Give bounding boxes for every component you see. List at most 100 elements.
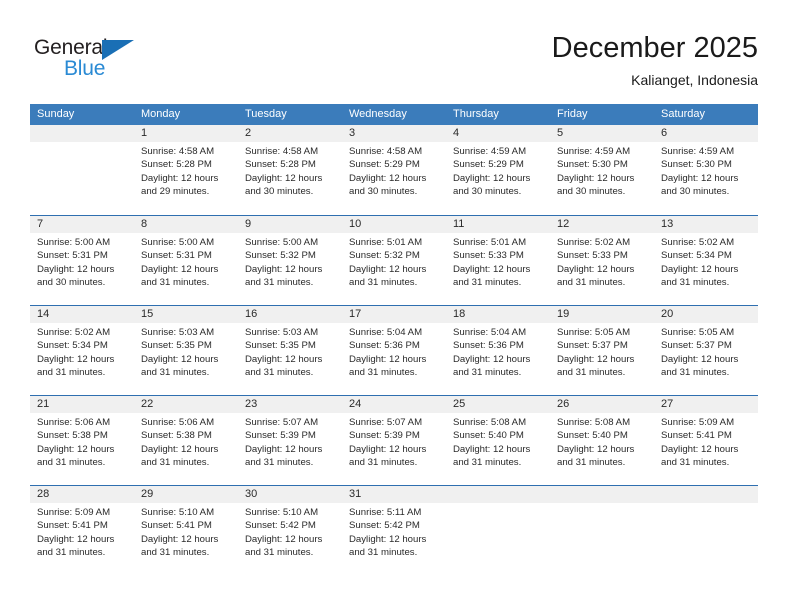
sunset-text: Sunset: 5:39 PM (349, 430, 420, 442)
sunset-text: Sunset: 5:41 PM (661, 430, 732, 442)
day-number: 27 (654, 396, 758, 413)
calendar-day-cell[interactable]: 10 Sunrise: 5:01 AM Sunset: 5:32 PM Dayligh… (342, 216, 446, 305)
calendar-day-cell[interactable]: 17 Sunrise: 5:04 AM Sunset: 5:36 PM Dayligh… (342, 306, 446, 395)
calendar-day-cell[interactable]: 7 Sunrise: 5:00 AM Sunset: 5:31 PM Daylight… (30, 216, 134, 305)
day-number: 28 (30, 486, 134, 503)
calendar-day-cell[interactable]: 4 Sunrise: 4:59 AM Sunset: 5:29 PM Daylight… (446, 125, 550, 215)
page-header: General Blue December 2025 Kalianget, In… (0, 0, 792, 100)
day-sun-info: Sunrise: 5:01 AM Sunset: 5:32 PM Daylight:… (342, 233, 446, 290)
calendar-day-cell[interactable]: 11 Sunrise: 5:01 AM Sunset: 5:33 PM Dayligh… (446, 216, 550, 305)
day-sun-info: Sunrise: 5:08 AM Sunset: 5:40 PM Daylight:… (446, 413, 550, 470)
sunset-text: Sunset: 5:32 PM (245, 250, 316, 262)
calendar-day-cell[interactable]: 2 Sunrise: 4:58 AM Sunset: 5:28 PM Daylight… (238, 125, 342, 215)
sunset-text: Sunset: 5:35 PM (141, 340, 212, 352)
calendar-day-cell[interactable]: 30 Sunrise: 5:10 AM Sunset: 5:42 PM Dayligh… (238, 486, 342, 575)
calendar-day-cell[interactable]: 1 Sunrise: 4:58 AM Sunset: 5:28 PM Daylight… (134, 125, 238, 215)
calendar-day-cell[interactable]: 21 Sunrise: 5:06 AM Sunset: 5:38 PM Dayligh… (30, 396, 134, 485)
calendar-week-row: 21 Sunrise: 5:06 AM Sunset: 5:38 PM Dayligh… (30, 395, 758, 485)
sunrise-text: Sunrise: 5:00 AM (141, 237, 215, 248)
calendar-day-cell[interactable]: 27 Sunrise: 5:09 AM Sunset: 5:41 PM Dayligh… (654, 396, 758, 485)
logo-triangle-icon (102, 40, 134, 60)
day-sun-info: Sunrise: 5:04 AM Sunset: 5:36 PM Daylight:… (342, 323, 446, 380)
calendar-day-cell-empty (654, 486, 758, 575)
day-number: 2 (238, 125, 342, 142)
daylight-text: Daylight: 12 hours and 31 minutes. (141, 353, 219, 379)
calendar-day-cell[interactable]: 25 Sunrise: 5:08 AM Sunset: 5:40 PM Dayligh… (446, 396, 550, 485)
calendar-day-cell[interactable]: 18 Sunrise: 5:04 AM Sunset: 5:36 PM Dayligh… (446, 306, 550, 395)
calendar-day-cell[interactable]: 14 Sunrise: 5:02 AM Sunset: 5:34 PM Dayligh… (30, 306, 134, 395)
weekday-header-wednesday: Wednesday (349, 108, 407, 120)
sunrise-text: Sunrise: 5:03 AM (245, 327, 319, 338)
day-number: 30 (238, 486, 342, 503)
day-number: 5 (550, 125, 654, 142)
sunset-text: Sunset: 5:30 PM (661, 159, 732, 171)
sunset-text: Sunset: 5:42 PM (349, 520, 420, 532)
calendar-day-cell[interactable]: 3 Sunrise: 4:58 AM Sunset: 5:29 PM Daylight… (342, 125, 446, 215)
sunrise-text: Sunrise: 4:58 AM (141, 146, 215, 157)
day-number: 4 (446, 125, 550, 142)
daylight-text: Daylight: 12 hours and 31 minutes. (245, 443, 323, 469)
day-sun-info: Sunrise: 5:03 AM Sunset: 5:35 PM Daylight:… (134, 323, 238, 380)
page-subtitle: Kalianget, Indonesia (631, 72, 758, 88)
calendar-day-cell[interactable]: 29 Sunrise: 5:10 AM Sunset: 5:41 PM Dayligh… (134, 486, 238, 575)
calendar-day-cell[interactable]: 23 Sunrise: 5:07 AM Sunset: 5:39 PM Dayligh… (238, 396, 342, 485)
day-number: 8 (134, 216, 238, 233)
daylight-text: Daylight: 12 hours and 30 minutes. (349, 172, 427, 198)
calendar-day-cell[interactable]: 9 Sunrise: 5:00 AM Sunset: 5:32 PM Daylight… (238, 216, 342, 305)
sunrise-text: Sunrise: 5:09 AM (661, 417, 735, 428)
day-number: 25 (446, 396, 550, 413)
calendar-day-cell[interactable]: 5 Sunrise: 4:59 AM Sunset: 5:30 PM Daylight… (550, 125, 654, 215)
daylight-text: Daylight: 12 hours and 31 minutes. (349, 443, 427, 469)
daylight-text: Daylight: 12 hours and 31 minutes. (453, 263, 531, 289)
daylight-text: Daylight: 12 hours and 31 minutes. (141, 263, 219, 289)
sunrise-text: Sunrise: 5:04 AM (453, 327, 527, 338)
daylight-text: Daylight: 12 hours and 31 minutes. (245, 263, 323, 289)
calendar-day-cell[interactable]: 22 Sunrise: 5:06 AM Sunset: 5:38 PM Dayligh… (134, 396, 238, 485)
day-sun-info: Sunrise: 5:04 AM Sunset: 5:36 PM Daylight:… (446, 323, 550, 380)
day-sun-info: Sunrise: 4:59 AM Sunset: 5:29 PM Daylight:… (446, 142, 550, 199)
calendar-day-cell[interactable]: 6 Sunrise: 4:59 AM Sunset: 5:30 PM Daylight… (654, 125, 758, 215)
sunrise-text: Sunrise: 5:07 AM (245, 417, 319, 428)
daylight-text: Daylight: 12 hours and 31 minutes. (661, 353, 739, 379)
calendar-day-cell[interactable]: 13 Sunrise: 5:02 AM Sunset: 5:34 PM Dayligh… (654, 216, 758, 305)
calendar-day-cell[interactable]: 15 Sunrise: 5:03 AM Sunset: 5:35 PM Dayligh… (134, 306, 238, 395)
calendar-weeks: 1 Sunrise: 4:58 AM Sunset: 5:28 PM Daylight… (30, 125, 758, 575)
day-number: 3 (342, 125, 446, 142)
calendar-day-cell[interactable]: 16 Sunrise: 5:03 AM Sunset: 5:35 PM Dayligh… (238, 306, 342, 395)
daylight-text: Daylight: 12 hours and 29 minutes. (141, 172, 219, 198)
calendar-day-cell[interactable]: 31 Sunrise: 5:11 AM Sunset: 5:42 PM Dayligh… (342, 486, 446, 575)
sunset-text: Sunset: 5:33 PM (453, 250, 524, 262)
sunset-text: Sunset: 5:33 PM (557, 250, 628, 262)
day-number: 16 (238, 306, 342, 323)
sunset-text: Sunset: 5:29 PM (349, 159, 420, 171)
daylight-text: Daylight: 12 hours and 31 minutes. (349, 533, 427, 559)
daylight-text: Daylight: 12 hours and 31 minutes. (557, 443, 635, 469)
day-number: 20 (654, 306, 758, 323)
day-number: 9 (238, 216, 342, 233)
day-sun-info: Sunrise: 5:05 AM Sunset: 5:37 PM Daylight:… (654, 323, 758, 380)
calendar-day-cell[interactable]: 26 Sunrise: 5:08 AM Sunset: 5:40 PM Dayligh… (550, 396, 654, 485)
day-sun-info: Sunrise: 5:02 AM Sunset: 5:34 PM Daylight:… (30, 323, 134, 380)
weekday-header-saturday: Saturday (661, 108, 706, 120)
day-number (446, 486, 550, 503)
calendar-day-cell[interactable]: 28 Sunrise: 5:09 AM Sunset: 5:41 PM Dayligh… (30, 486, 134, 575)
daylight-text: Daylight: 12 hours and 31 minutes. (245, 353, 323, 379)
weekday-header-thursday: Thursday (453, 108, 499, 120)
sunrise-text: Sunrise: 5:10 AM (245, 507, 319, 518)
daylight-text: Daylight: 12 hours and 31 minutes. (453, 443, 531, 469)
sunset-text: Sunset: 5:31 PM (37, 250, 108, 262)
day-sun-info: Sunrise: 5:05 AM Sunset: 5:37 PM Daylight:… (550, 323, 654, 380)
daylight-text: Daylight: 12 hours and 31 minutes. (349, 353, 427, 379)
calendar-day-cell[interactable]: 19 Sunrise: 5:05 AM Sunset: 5:37 PM Dayligh… (550, 306, 654, 395)
weekday-header-sunday: Sunday (37, 108, 75, 120)
calendar-day-cell[interactable]: 8 Sunrise: 5:00 AM Sunset: 5:31 PM Daylight… (134, 216, 238, 305)
calendar-day-cell[interactable]: 24 Sunrise: 5:07 AM Sunset: 5:39 PM Dayligh… (342, 396, 446, 485)
sunrise-text: Sunrise: 5:08 AM (557, 417, 631, 428)
day-sun-info: Sunrise: 5:07 AM Sunset: 5:39 PM Daylight:… (238, 413, 342, 470)
sunrise-text: Sunrise: 5:01 AM (349, 237, 423, 248)
sunset-text: Sunset: 5:36 PM (453, 340, 524, 352)
calendar-day-cell[interactable]: 20 Sunrise: 5:05 AM Sunset: 5:37 PM Dayligh… (654, 306, 758, 395)
calendar-week-row: 7 Sunrise: 5:00 AM Sunset: 5:31 PM Daylight… (30, 215, 758, 305)
calendar-day-cell[interactable]: 12 Sunrise: 5:02 AM Sunset: 5:33 PM Dayligh… (550, 216, 654, 305)
day-sun-info: Sunrise: 5:09 AM Sunset: 5:41 PM Daylight:… (654, 413, 758, 470)
